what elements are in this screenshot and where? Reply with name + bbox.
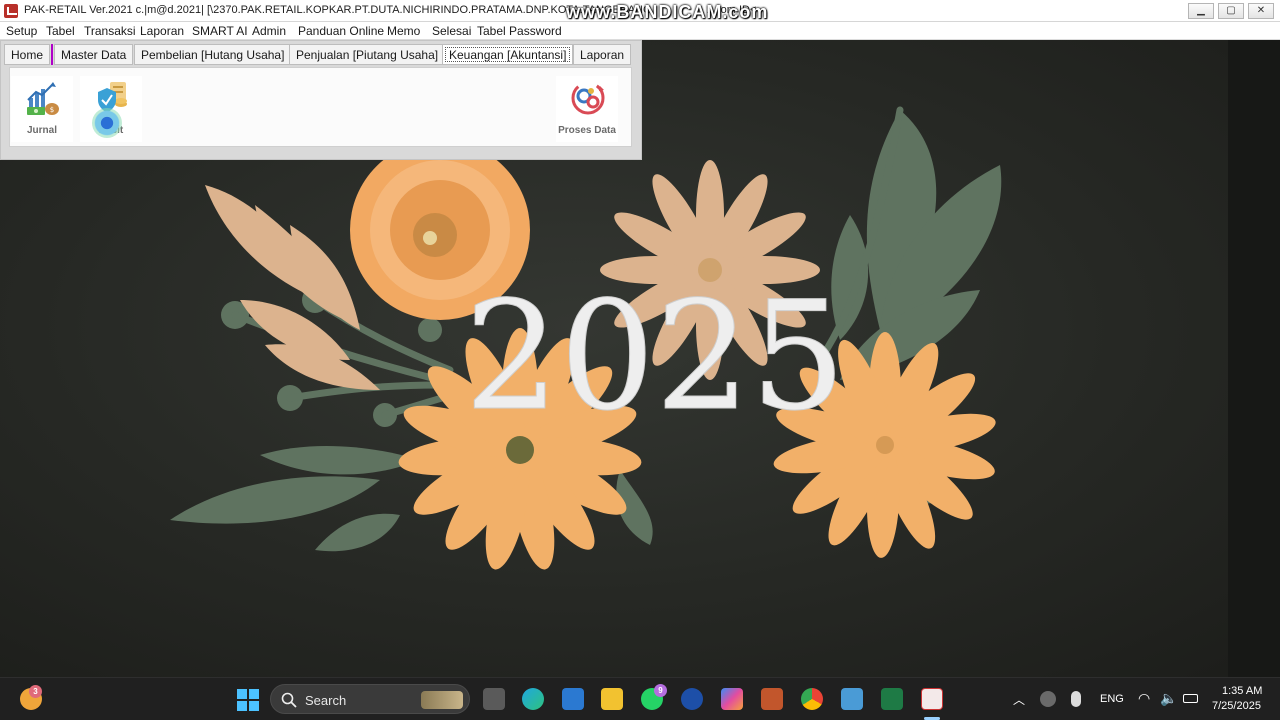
maximize-button[interactable]: ▢ — [1218, 3, 1244, 19]
svg-text:$: $ — [50, 106, 54, 114]
windows-taskbar: 3 Search 9 ︿ ENG ◠ 🔈 1:35 AM 7/25/2025 — [0, 677, 1280, 720]
menubar: Setup Tabel Transaksi Laporan SMART AI A… — [0, 22, 1280, 40]
menu-selesai[interactable]: Selesai — [432, 24, 471, 38]
whatsapp-badge: 9 — [654, 684, 667, 697]
chart-money-icon: $ — [27, 82, 59, 115]
year-text: 2025 — [464, 270, 846, 444]
wifi-icon[interactable]: ◠ — [1138, 690, 1150, 707]
minimize-button[interactable]: ▁ — [1188, 3, 1214, 19]
ribbon-body: $ Jurnal Posit — [9, 67, 632, 147]
ribbon-panel: Home Master Data Pembelian [Hutang Usaha… — [0, 40, 642, 160]
menu-tabel[interactable]: Tabel — [46, 24, 75, 38]
tab-home[interactable]: Home — [4, 44, 51, 65]
menu-panduan-online[interactable]: Panduan Online — [298, 24, 384, 38]
file-explorer-icon[interactable] — [601, 688, 623, 710]
clock-time[interactable]: 1:35 AM — [1222, 685, 1262, 697]
menu-transaksi[interactable]: Transaksi — [84, 24, 136, 38]
weather-badge: 3 — [29, 685, 42, 698]
chrome-icon[interactable] — [801, 688, 823, 710]
search-icon — [281, 692, 297, 708]
copilot-icon[interactable] — [721, 688, 743, 710]
tray-overflow-icon[interactable]: ︿ — [1013, 691, 1025, 708]
proses-data-label: Proses Data — [558, 125, 616, 136]
posit-button[interactable]: Posit — [80, 76, 142, 142]
search-highlight-icon — [421, 691, 463, 709]
gears-icon — [571, 81, 605, 115]
menu-smart-ai[interactable]: SMART AI — [192, 24, 248, 38]
tab-penjualan[interactable]: Penjualan [Piutang Usaha] — [289, 44, 446, 65]
jurnal-label: Jurnal — [26, 125, 57, 136]
window-titlebar: PAK-RETAIL Ver.2021 c.|m@d.2021| [\2370.… — [0, 0, 1280, 22]
wallpaper-edge — [1228, 40, 1280, 677]
menu-laporan[interactable]: Laporan — [140, 24, 184, 38]
teamviewer-icon[interactable] — [681, 688, 703, 710]
pak-retail-app-icon[interactable] — [921, 688, 943, 710]
close-button[interactable]: ✕ — [1248, 3, 1274, 19]
snipping-tool-icon[interactable] — [562, 688, 584, 710]
menu-tabel-password[interactable]: Tabel Password — [477, 24, 562, 38]
edge-browser-icon[interactable] — [522, 688, 544, 710]
proses-data-button[interactable]: Proses Data — [556, 76, 618, 142]
language-indicator[interactable]: ENG — [1100, 693, 1124, 705]
tab-laporan[interactable]: Laporan — [573, 44, 632, 65]
tab-master-data[interactable]: Master Data — [54, 44, 134, 65]
volume-icon[interactable]: 🔈 — [1160, 690, 1177, 707]
menu-admin[interactable]: Admin — [252, 24, 286, 38]
menu-setup[interactable]: Setup — [6, 24, 37, 38]
task-view-icon[interactable] — [483, 688, 505, 710]
network-app-icon[interactable] — [841, 688, 863, 710]
excel-icon[interactable] — [881, 688, 903, 710]
clock-date[interactable]: 7/25/2025 — [1212, 700, 1261, 712]
fox-app-icon[interactable] — [761, 688, 783, 710]
microphone-icon[interactable] — [1071, 691, 1081, 707]
windows-start-icon[interactable] — [237, 689, 259, 711]
tab-pembelian[interactable]: Pembelian [Hutang Usaha] — [134, 44, 292, 65]
tab-separator — [51, 44, 53, 65]
app-icon — [4, 4, 18, 18]
onedrive-icon[interactable] — [1040, 691, 1056, 707]
cursor-click-highlight — [92, 108, 122, 138]
taskbar-search[interactable]: Search — [270, 684, 470, 714]
jurnal-button[interactable]: $ Jurnal — [11, 76, 73, 142]
bandicam-watermark: www.BANDICAM.com — [566, 2, 769, 22]
search-placeholder: Search — [305, 693, 347, 708]
battery-icon[interactable] — [1183, 694, 1198, 703]
menu-memo[interactable]: Memo — [387, 24, 420, 38]
tab-keuangan[interactable]: Keuangan [Akuntansi] — [442, 44, 574, 65]
